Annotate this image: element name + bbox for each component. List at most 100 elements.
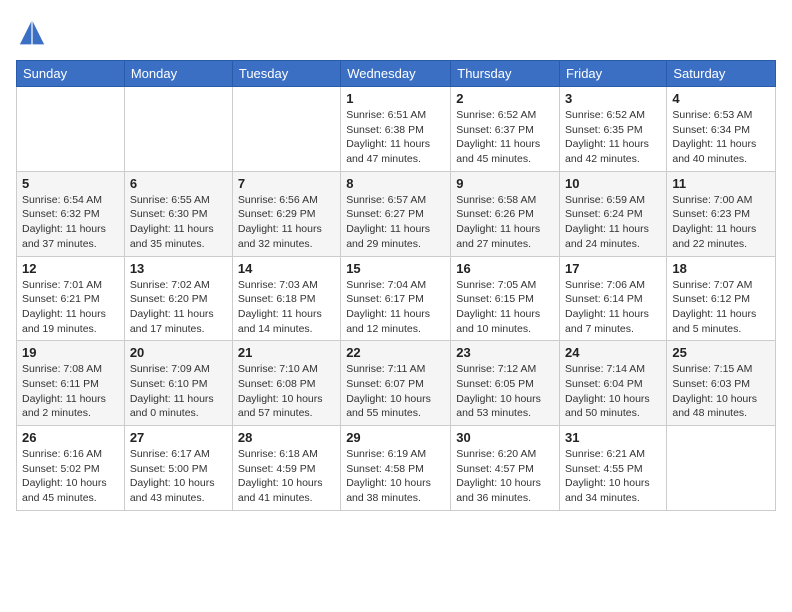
day-number: 30 bbox=[456, 430, 554, 445]
calendar-cell bbox=[667, 426, 776, 511]
day-info: Sunrise: 7:07 AM Sunset: 6:12 PM Dayligh… bbox=[672, 278, 770, 337]
day-number: 9 bbox=[456, 176, 554, 191]
day-info: Sunrise: 6:58 AM Sunset: 6:26 PM Dayligh… bbox=[456, 193, 554, 252]
day-info: Sunrise: 7:11 AM Sunset: 6:07 PM Dayligh… bbox=[346, 362, 445, 421]
day-info: Sunrise: 6:20 AM Sunset: 4:57 PM Dayligh… bbox=[456, 447, 554, 506]
day-number: 13 bbox=[130, 261, 227, 276]
weekday-header-monday: Monday bbox=[124, 61, 232, 87]
day-number: 18 bbox=[672, 261, 770, 276]
day-number: 17 bbox=[565, 261, 661, 276]
day-number: 22 bbox=[346, 345, 445, 360]
day-info: Sunrise: 7:06 AM Sunset: 6:14 PM Dayligh… bbox=[565, 278, 661, 337]
day-number: 15 bbox=[346, 261, 445, 276]
day-info: Sunrise: 7:04 AM Sunset: 6:17 PM Dayligh… bbox=[346, 278, 445, 337]
calendar-cell bbox=[124, 87, 232, 172]
day-number: 29 bbox=[346, 430, 445, 445]
day-info: Sunrise: 6:53 AM Sunset: 6:34 PM Dayligh… bbox=[672, 108, 770, 167]
day-number: 5 bbox=[22, 176, 119, 191]
weekday-header-tuesday: Tuesday bbox=[232, 61, 340, 87]
day-info: Sunrise: 7:01 AM Sunset: 6:21 PM Dayligh… bbox=[22, 278, 119, 337]
day-number: 20 bbox=[130, 345, 227, 360]
day-info: Sunrise: 7:12 AM Sunset: 6:05 PM Dayligh… bbox=[456, 362, 554, 421]
weekday-header-row: SundayMondayTuesdayWednesdayThursdayFrid… bbox=[17, 61, 776, 87]
calendar-cell: 19 Sunrise: 7:08 AM Sunset: 6:11 PM Dayli… bbox=[17, 341, 125, 426]
calendar-cell: 12Sunrise: 7:01 AM Sunset: 6:21 PM Dayli… bbox=[17, 256, 125, 341]
calendar-table: SundayMondayTuesdayWednesdayThursdayFrid… bbox=[16, 60, 776, 511]
calendar-week-5: 26Sunrise: 6:16 AM Sunset: 5:02 PM Dayli… bbox=[17, 426, 776, 511]
calendar-week-3: 12Sunrise: 7:01 AM Sunset: 6:21 PM Dayli… bbox=[17, 256, 776, 341]
day-number: 25 bbox=[672, 345, 770, 360]
calendar-cell: 4Sunrise: 6:53 AM Sunset: 6:34 PM Daylig… bbox=[667, 87, 776, 172]
calendar-cell: 27Sunrise: 6:17 AM Sunset: 5:00 PM Dayli… bbox=[124, 426, 232, 511]
day-number: 28 bbox=[238, 430, 335, 445]
calendar-cell: 10 Sunrise: 6:59 AM Sunset: 6:24 PM Dayli… bbox=[560, 171, 667, 256]
day-number: 8 bbox=[346, 176, 445, 191]
day-number: 3 bbox=[565, 91, 661, 106]
day-info: Sunrise: 6:16 AM Sunset: 5:02 PM Dayligh… bbox=[22, 447, 119, 506]
day-number: 24 bbox=[565, 345, 661, 360]
calendar-cell: 26Sunrise: 6:16 AM Sunset: 5:02 PM Dayli… bbox=[17, 426, 125, 511]
calendar-cell: 28 Sunrise: 6:18 AM Sunset: 4:59 PM Dayli… bbox=[232, 426, 340, 511]
calendar-cell: 8 Sunrise: 6:57 AM Sunset: 6:27 PM Daylig… bbox=[341, 171, 451, 256]
calendar-cell: 11 Sunrise: 7:00 AM Sunset: 6:23 PM Dayli… bbox=[667, 171, 776, 256]
calendar-cell: 25 Sunrise: 7:15 AM Sunset: 6:03 PM Dayli… bbox=[667, 341, 776, 426]
calendar-cell: 14 Sunrise: 7:03 AM Sunset: 6:18 PM Dayli… bbox=[232, 256, 340, 341]
day-info: Sunrise: 6:52 AM Sunset: 6:35 PM Dayligh… bbox=[565, 108, 661, 167]
day-info: Sunrise: 6:18 AM Sunset: 4:59 PM Dayligh… bbox=[238, 447, 335, 506]
logo-icon bbox=[16, 16, 48, 48]
calendar-cell: 29 Sunrise: 6:19 AM Sunset: 4:58 PM Dayli… bbox=[341, 426, 451, 511]
day-info: Sunrise: 7:09 AM Sunset: 6:10 PM Dayligh… bbox=[130, 362, 227, 421]
calendar-week-4: 19 Sunrise: 7:08 AM Sunset: 6:11 PM Dayli… bbox=[17, 341, 776, 426]
day-number: 11 bbox=[672, 176, 770, 191]
calendar-cell: 30 Sunrise: 6:20 AM Sunset: 4:57 PM Dayli… bbox=[451, 426, 560, 511]
calendar-cell: 22 Sunrise: 7:11 AM Sunset: 6:07 PM Dayli… bbox=[341, 341, 451, 426]
day-info: Sunrise: 6:55 AM Sunset: 6:30 PM Dayligh… bbox=[130, 193, 227, 252]
calendar-cell: 16Sunrise: 7:05 AM Sunset: 6:15 PM Dayli… bbox=[451, 256, 560, 341]
day-info: Sunrise: 7:10 AM Sunset: 6:08 PM Dayligh… bbox=[238, 362, 335, 421]
day-info: Sunrise: 7:15 AM Sunset: 6:03 PM Dayligh… bbox=[672, 362, 770, 421]
calendar-cell: 21 Sunrise: 7:10 AM Sunset: 6:08 PM Dayli… bbox=[232, 341, 340, 426]
day-info: Sunrise: 7:14 AM Sunset: 6:04 PM Dayligh… bbox=[565, 362, 661, 421]
day-info: Sunrise: 6:51 AM Sunset: 6:38 PM Dayligh… bbox=[346, 108, 445, 167]
weekday-header-saturday: Saturday bbox=[667, 61, 776, 87]
day-info: Sunrise: 6:54 AM Sunset: 6:32 PM Dayligh… bbox=[22, 193, 119, 252]
calendar-cell: 31Sunrise: 6:21 AM Sunset: 4:55 PM Dayli… bbox=[560, 426, 667, 511]
day-info: Sunrise: 6:19 AM Sunset: 4:58 PM Dayligh… bbox=[346, 447, 445, 506]
day-number: 21 bbox=[238, 345, 335, 360]
day-info: Sunrise: 6:59 AM Sunset: 6:24 PM Dayligh… bbox=[565, 193, 661, 252]
weekday-header-wednesday: Wednesday bbox=[341, 61, 451, 87]
calendar-cell: 23 Sunrise: 7:12 AM Sunset: 6:05 PM Dayli… bbox=[451, 341, 560, 426]
day-number: 23 bbox=[456, 345, 554, 360]
day-number: 16 bbox=[456, 261, 554, 276]
day-number: 2 bbox=[456, 91, 554, 106]
calendar-cell: 6Sunrise: 6:55 AM Sunset: 6:30 PM Daylig… bbox=[124, 171, 232, 256]
calendar-week-1: 1 Sunrise: 6:51 AM Sunset: 6:38 PM Daylig… bbox=[17, 87, 776, 172]
day-number: 1 bbox=[346, 91, 445, 106]
calendar-cell: 1 Sunrise: 6:51 AM Sunset: 6:38 PM Daylig… bbox=[341, 87, 451, 172]
day-info: Sunrise: 7:08 AM Sunset: 6:11 PM Dayligh… bbox=[22, 362, 119, 421]
day-info: Sunrise: 7:02 AM Sunset: 6:20 PM Dayligh… bbox=[130, 278, 227, 337]
calendar-week-2: 5 Sunrise: 6:54 AM Sunset: 6:32 PM Daylig… bbox=[17, 171, 776, 256]
day-number: 19 bbox=[22, 345, 119, 360]
day-info: Sunrise: 6:52 AM Sunset: 6:37 PM Dayligh… bbox=[456, 108, 554, 167]
calendar-cell: 17 Sunrise: 7:06 AM Sunset: 6:14 PM Dayli… bbox=[560, 256, 667, 341]
day-info: Sunrise: 7:00 AM Sunset: 6:23 PM Dayligh… bbox=[672, 193, 770, 252]
weekday-header-thursday: Thursday bbox=[451, 61, 560, 87]
day-info: Sunrise: 6:57 AM Sunset: 6:27 PM Dayligh… bbox=[346, 193, 445, 252]
calendar-cell: 18 Sunrise: 7:07 AM Sunset: 6:12 PM Dayli… bbox=[667, 256, 776, 341]
day-info: Sunrise: 6:56 AM Sunset: 6:29 PM Dayligh… bbox=[238, 193, 335, 252]
calendar-cell: 3 Sunrise: 6:52 AM Sunset: 6:35 PM Daylig… bbox=[560, 87, 667, 172]
day-number: 27 bbox=[130, 430, 227, 445]
day-info: Sunrise: 7:03 AM Sunset: 6:18 PM Dayligh… bbox=[238, 278, 335, 337]
day-number: 14 bbox=[238, 261, 335, 276]
day-number: 10 bbox=[565, 176, 661, 191]
weekday-header-friday: Friday bbox=[560, 61, 667, 87]
day-number: 31 bbox=[565, 430, 661, 445]
day-number: 7 bbox=[238, 176, 335, 191]
calendar-cell: 24 Sunrise: 7:14 AM Sunset: 6:04 PM Dayli… bbox=[560, 341, 667, 426]
calendar-cell: 2 Sunrise: 6:52 AM Sunset: 6:37 PM Daylig… bbox=[451, 87, 560, 172]
page-header bbox=[16, 16, 776, 48]
calendar-cell: 7 Sunrise: 6:56 AM Sunset: 6:29 PM Daylig… bbox=[232, 171, 340, 256]
logo bbox=[16, 16, 52, 48]
calendar-cell: 5 Sunrise: 6:54 AM Sunset: 6:32 PM Daylig… bbox=[17, 171, 125, 256]
